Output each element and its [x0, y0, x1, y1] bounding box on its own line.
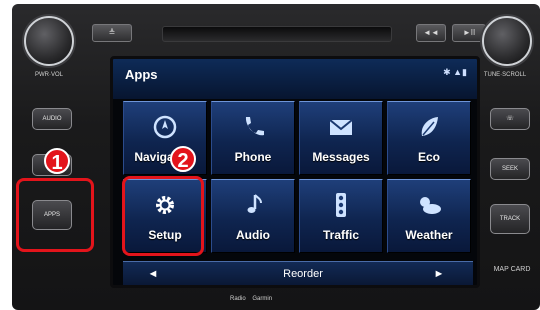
navigation-icon [153, 115, 177, 139]
map-card-slot-label: MAP CARD [493, 266, 531, 273]
radio-label: Radio [230, 296, 246, 302]
step-1-badge: 1 [44, 148, 70, 174]
music-note-icon [247, 194, 262, 213]
tile-messages[interactable]: Messages [299, 101, 383, 175]
cloud-sun-icon [420, 197, 441, 214]
tile-label: Audio [236, 228, 270, 242]
phone-icon [245, 117, 264, 136]
footer-labels: Radio Garmin [230, 296, 272, 302]
phone-hardware-button[interactable]: ☏ [490, 108, 530, 130]
track-button[interactable]: TRACK [490, 204, 530, 234]
screen-title: Apps [125, 67, 158, 82]
status-bar: Apps ✱ ▲▮ [113, 59, 477, 99]
tile-traffic[interactable]: Traffic [299, 179, 383, 253]
tile-audio[interactable]: Audio [211, 179, 295, 253]
power-volume-knob[interactable] [24, 16, 74, 66]
tile-label: Traffic [322, 228, 359, 242]
next-page-button[interactable]: ► [409, 262, 469, 285]
audio-button[interactable]: AUDIO [32, 108, 72, 130]
setup-tile-highlight [122, 176, 204, 256]
tile-phone[interactable]: Phone [211, 101, 295, 175]
traffic-light-icon [336, 193, 346, 217]
prev-page-button[interactable]: ◄ [123, 262, 183, 285]
tile-label: Messages [312, 150, 370, 164]
tile-weather[interactable]: Weather [387, 179, 471, 253]
tile-label: Eco [417, 150, 440, 164]
bottom-nav-bar: ◄ Reorder ► [123, 261, 473, 285]
tile-label: Weather [405, 228, 453, 242]
tile-eco[interactable]: Eco [387, 101, 471, 175]
tile-label: Phone [234, 150, 272, 164]
leaf-icon [421, 117, 438, 136]
step-2-badge: 2 [170, 146, 196, 172]
reorder-button[interactable]: Reorder [263, 262, 343, 285]
seek-back-button[interactable]: ◄◄ [416, 24, 446, 42]
play-pause-button[interactable]: ►II [452, 24, 486, 42]
apps-button-highlight [16, 178, 94, 252]
tune-scroll-label: TUNE·SCROLL [483, 72, 527, 78]
envelope-icon [329, 119, 353, 135]
status-icons: ✱ ▲▮ [443, 67, 467, 77]
power-volume-label: PWR·VOL [34, 72, 63, 78]
eject-button[interactable]: ≜ [92, 24, 132, 42]
garmin-label: Garmin [252, 296, 273, 302]
disc-slot [162, 26, 392, 42]
tune-scroll-knob[interactable] [482, 16, 532, 66]
seek-button[interactable]: SEEK [490, 158, 530, 180]
